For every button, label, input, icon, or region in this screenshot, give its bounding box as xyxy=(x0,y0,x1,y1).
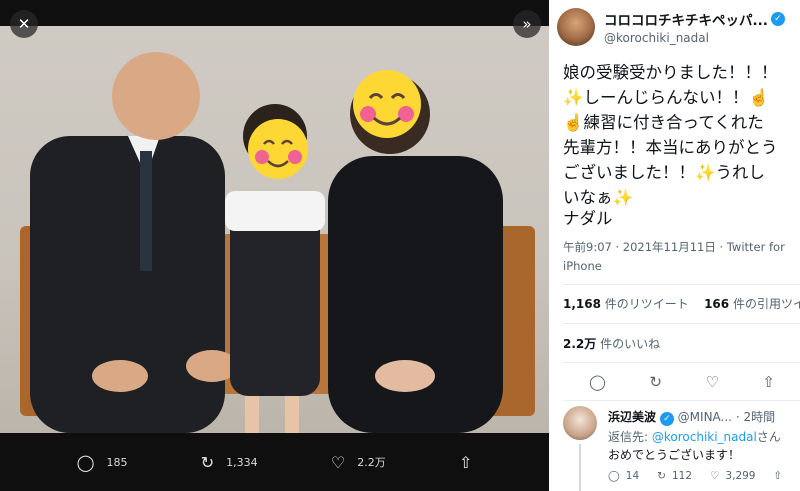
verified-badge-icon: ✓ xyxy=(659,412,674,426)
reply-to-line: 返信先: @korochiki_nadalさん xyxy=(608,428,781,445)
retweet-count: 1,334 xyxy=(226,455,258,469)
author-handle[interactable]: @korochiki_nadal xyxy=(604,31,785,45)
close-button[interactable]: ✕ xyxy=(10,10,38,38)
like-count: 3,299 xyxy=(725,470,756,482)
retweet-icon: ↻ xyxy=(200,452,215,472)
like-icon[interactable]: ♡ xyxy=(705,373,718,391)
divider xyxy=(563,284,800,285)
likes-count[interactable]: 2.2万 xyxy=(563,337,596,351)
tweet-panel: コロコロチキチキペッパ... ✓ @korochiki_nadal 娘の受験受か… xyxy=(549,0,800,491)
reply-author-handle[interactable]: @MINA... xyxy=(678,410,732,424)
reply-avatar[interactable] xyxy=(563,406,597,440)
close-icon: ✕ xyxy=(17,15,31,33)
likes-label[interactable]: 件のいいね xyxy=(600,337,660,351)
tweet-signature: ナダル xyxy=(563,209,613,228)
retweet-quote-stats: 1,168 件のリツイート 166 件の引用ツイート xyxy=(563,295,800,312)
reply-icon: ◯ xyxy=(76,452,95,472)
share-icon[interactable]: ⇧ xyxy=(762,373,775,391)
like-icon: ♡ xyxy=(330,452,346,472)
media-reply-button[interactable]: ◯ 185 xyxy=(77,453,128,472)
divider xyxy=(563,323,800,324)
thread-line xyxy=(579,444,581,491)
media-action-bar: ◯ 185 ↻ 1,334 ♡ 2.2万 ⇧ xyxy=(0,433,549,491)
reply-count: 14 xyxy=(625,470,640,482)
retweet-count: 112 xyxy=(671,470,692,482)
expand-panel-button[interactable]: » xyxy=(513,10,541,38)
media-like-button[interactable]: ♡ 2.2万 xyxy=(331,453,386,472)
verified-badge-icon: ✓ xyxy=(770,12,785,26)
reply-time[interactable]: · 2時間 xyxy=(736,410,775,424)
retweets-count[interactable]: 1,168 xyxy=(563,297,601,311)
tweet-action-bar: ◯ ↻ ♡ ⇧ xyxy=(563,368,795,396)
reply-to-mention[interactable]: @korochiki_nadal xyxy=(652,430,757,444)
media-share-button[interactable]: ⇧ xyxy=(459,453,472,472)
chevron-double-right-icon: » xyxy=(522,15,532,33)
retweets-label[interactable]: 件のリツイート xyxy=(605,297,689,311)
avatar[interactable] xyxy=(557,8,595,46)
reply-like-button[interactable]: ♡ 3,299 xyxy=(710,470,755,482)
tweet-timestamp[interactable]: 午前9:07 · 2021年11月11日 · Twitter for iPhon… xyxy=(563,238,795,276)
like-icon: ♡ xyxy=(710,470,720,482)
reply-retweet-button[interactable]: ↻ 112 xyxy=(657,470,692,482)
media-retweet-button[interactable]: ↻ 1,334 xyxy=(201,453,258,472)
share-icon: ⇧ xyxy=(773,470,783,482)
like-count: 2.2万 xyxy=(357,456,386,469)
reply-action-bar: ◯ 14 ↻ 112 ♡ 3,299 ⇧ xyxy=(608,470,782,482)
quotes-count[interactable]: 166 xyxy=(704,297,729,311)
smiley-face-child xyxy=(248,119,308,179)
tweet-author[interactable]: コロコロチキチキペッパ... ✓ @korochiki_nadal xyxy=(557,8,785,46)
quotes-label[interactable]: 件の引用ツイート xyxy=(733,297,800,311)
reply-count: 185 xyxy=(106,455,128,469)
reply-author-name[interactable]: 浜辺美波 xyxy=(608,410,656,424)
author-name[interactable]: コロコロチキチキペッパ... xyxy=(604,9,768,29)
reply-to-label: 返信先: xyxy=(608,430,652,444)
reply-icon: ◯ xyxy=(608,470,620,482)
reply-icon[interactable]: ◯ xyxy=(589,373,606,391)
divider xyxy=(563,400,800,401)
tweet-photo[interactable] xyxy=(0,26,549,433)
media-viewer: ✕ » ◯ 185 ↻ 1,334 ♡ 2.2万 ⇧ xyxy=(0,0,549,491)
reply-to-suffix: さん xyxy=(756,430,781,444)
likes-stats: 2.2万 件のいいね xyxy=(563,335,660,352)
retweet-icon: ↻ xyxy=(657,470,666,482)
reply-share-button[interactable]: ⇧ xyxy=(773,470,782,482)
divider xyxy=(563,362,800,363)
retweet-icon[interactable]: ↻ xyxy=(649,373,662,391)
share-icon: ⇧ xyxy=(458,452,473,472)
reply-reply-button[interactable]: ◯ 14 xyxy=(608,470,639,482)
family-photo-illustration xyxy=(20,52,535,433)
tweet-text: 娘の受験受かりました！！！ ✨しーんじらんない！！☝️ ☝️練習に付き合ってくれ… xyxy=(563,63,778,207)
smiley-face-mother xyxy=(353,70,421,138)
reply-text: おめでとうございます！ xyxy=(608,448,741,462)
